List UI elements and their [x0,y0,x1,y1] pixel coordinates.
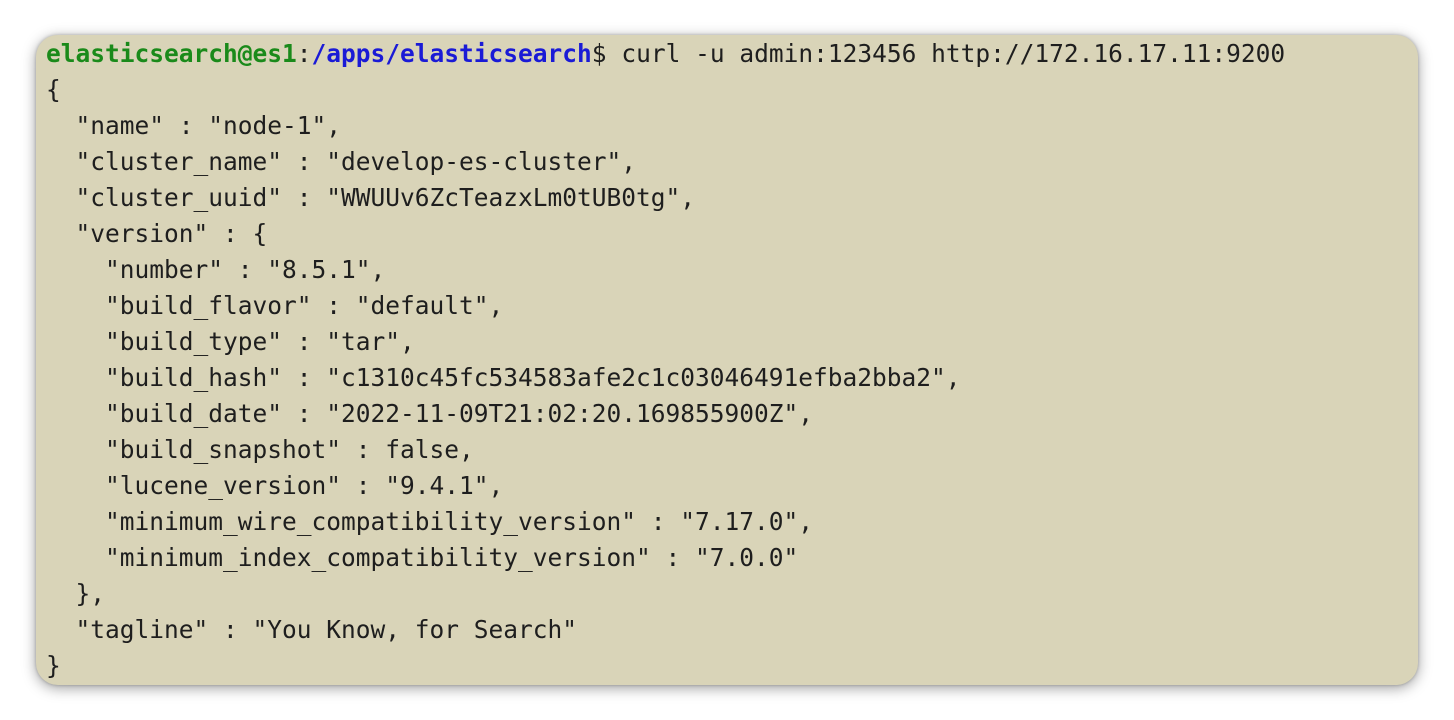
output-line: "build_date" : "2022-11-09T21:02:20.1698… [46,399,814,428]
prompt-user-host: elasticsearch@es1 [46,39,297,68]
output-line: "build_snapshot" : false, [46,435,474,464]
terminal-window[interactable]: elasticsearch@es1:/apps/elasticsearch$ c… [36,35,1418,685]
prompt-path: /apps/elasticsearch [311,39,592,68]
output-line: } [46,651,61,680]
output-line: }, [46,579,106,608]
output-line: "minimum_index_compatibility_version" : … [46,543,799,572]
output-line: "name" : "node-1", [46,111,342,140]
prompt-separator: : [296,39,312,68]
output-line: "version" : { [46,219,268,248]
output-line: { [46,75,61,104]
output-line: "number" : "8.5.1", [46,255,386,284]
output-line: "build_hash" : "c1310c45fc534583afe2c1c0… [46,363,961,392]
output-line: "tagline" : "You Know, for Search" [46,615,578,644]
output-line: "lucene_version" : "9.4.1", [46,471,504,500]
output-line: "build_type" : "tar", [46,327,415,356]
output-line: "build_flavor" : "default", [46,291,504,320]
output-line: "cluster_name" : "develop-es-cluster", [46,147,637,176]
prompt-line: elasticsearch@es1:/apps/elasticsearch$ c… [46,36,1418,72]
output-line: "minimum_wire_compatibility_version" : "… [46,507,814,536]
output-line: "cluster_uuid" : "WWUUv6ZcTeazxLm0tUB0tg… [46,183,696,212]
command-text: curl -u admin:123456 http://172.16.17.11… [606,39,1286,68]
prompt-symbol: $ [591,39,607,68]
